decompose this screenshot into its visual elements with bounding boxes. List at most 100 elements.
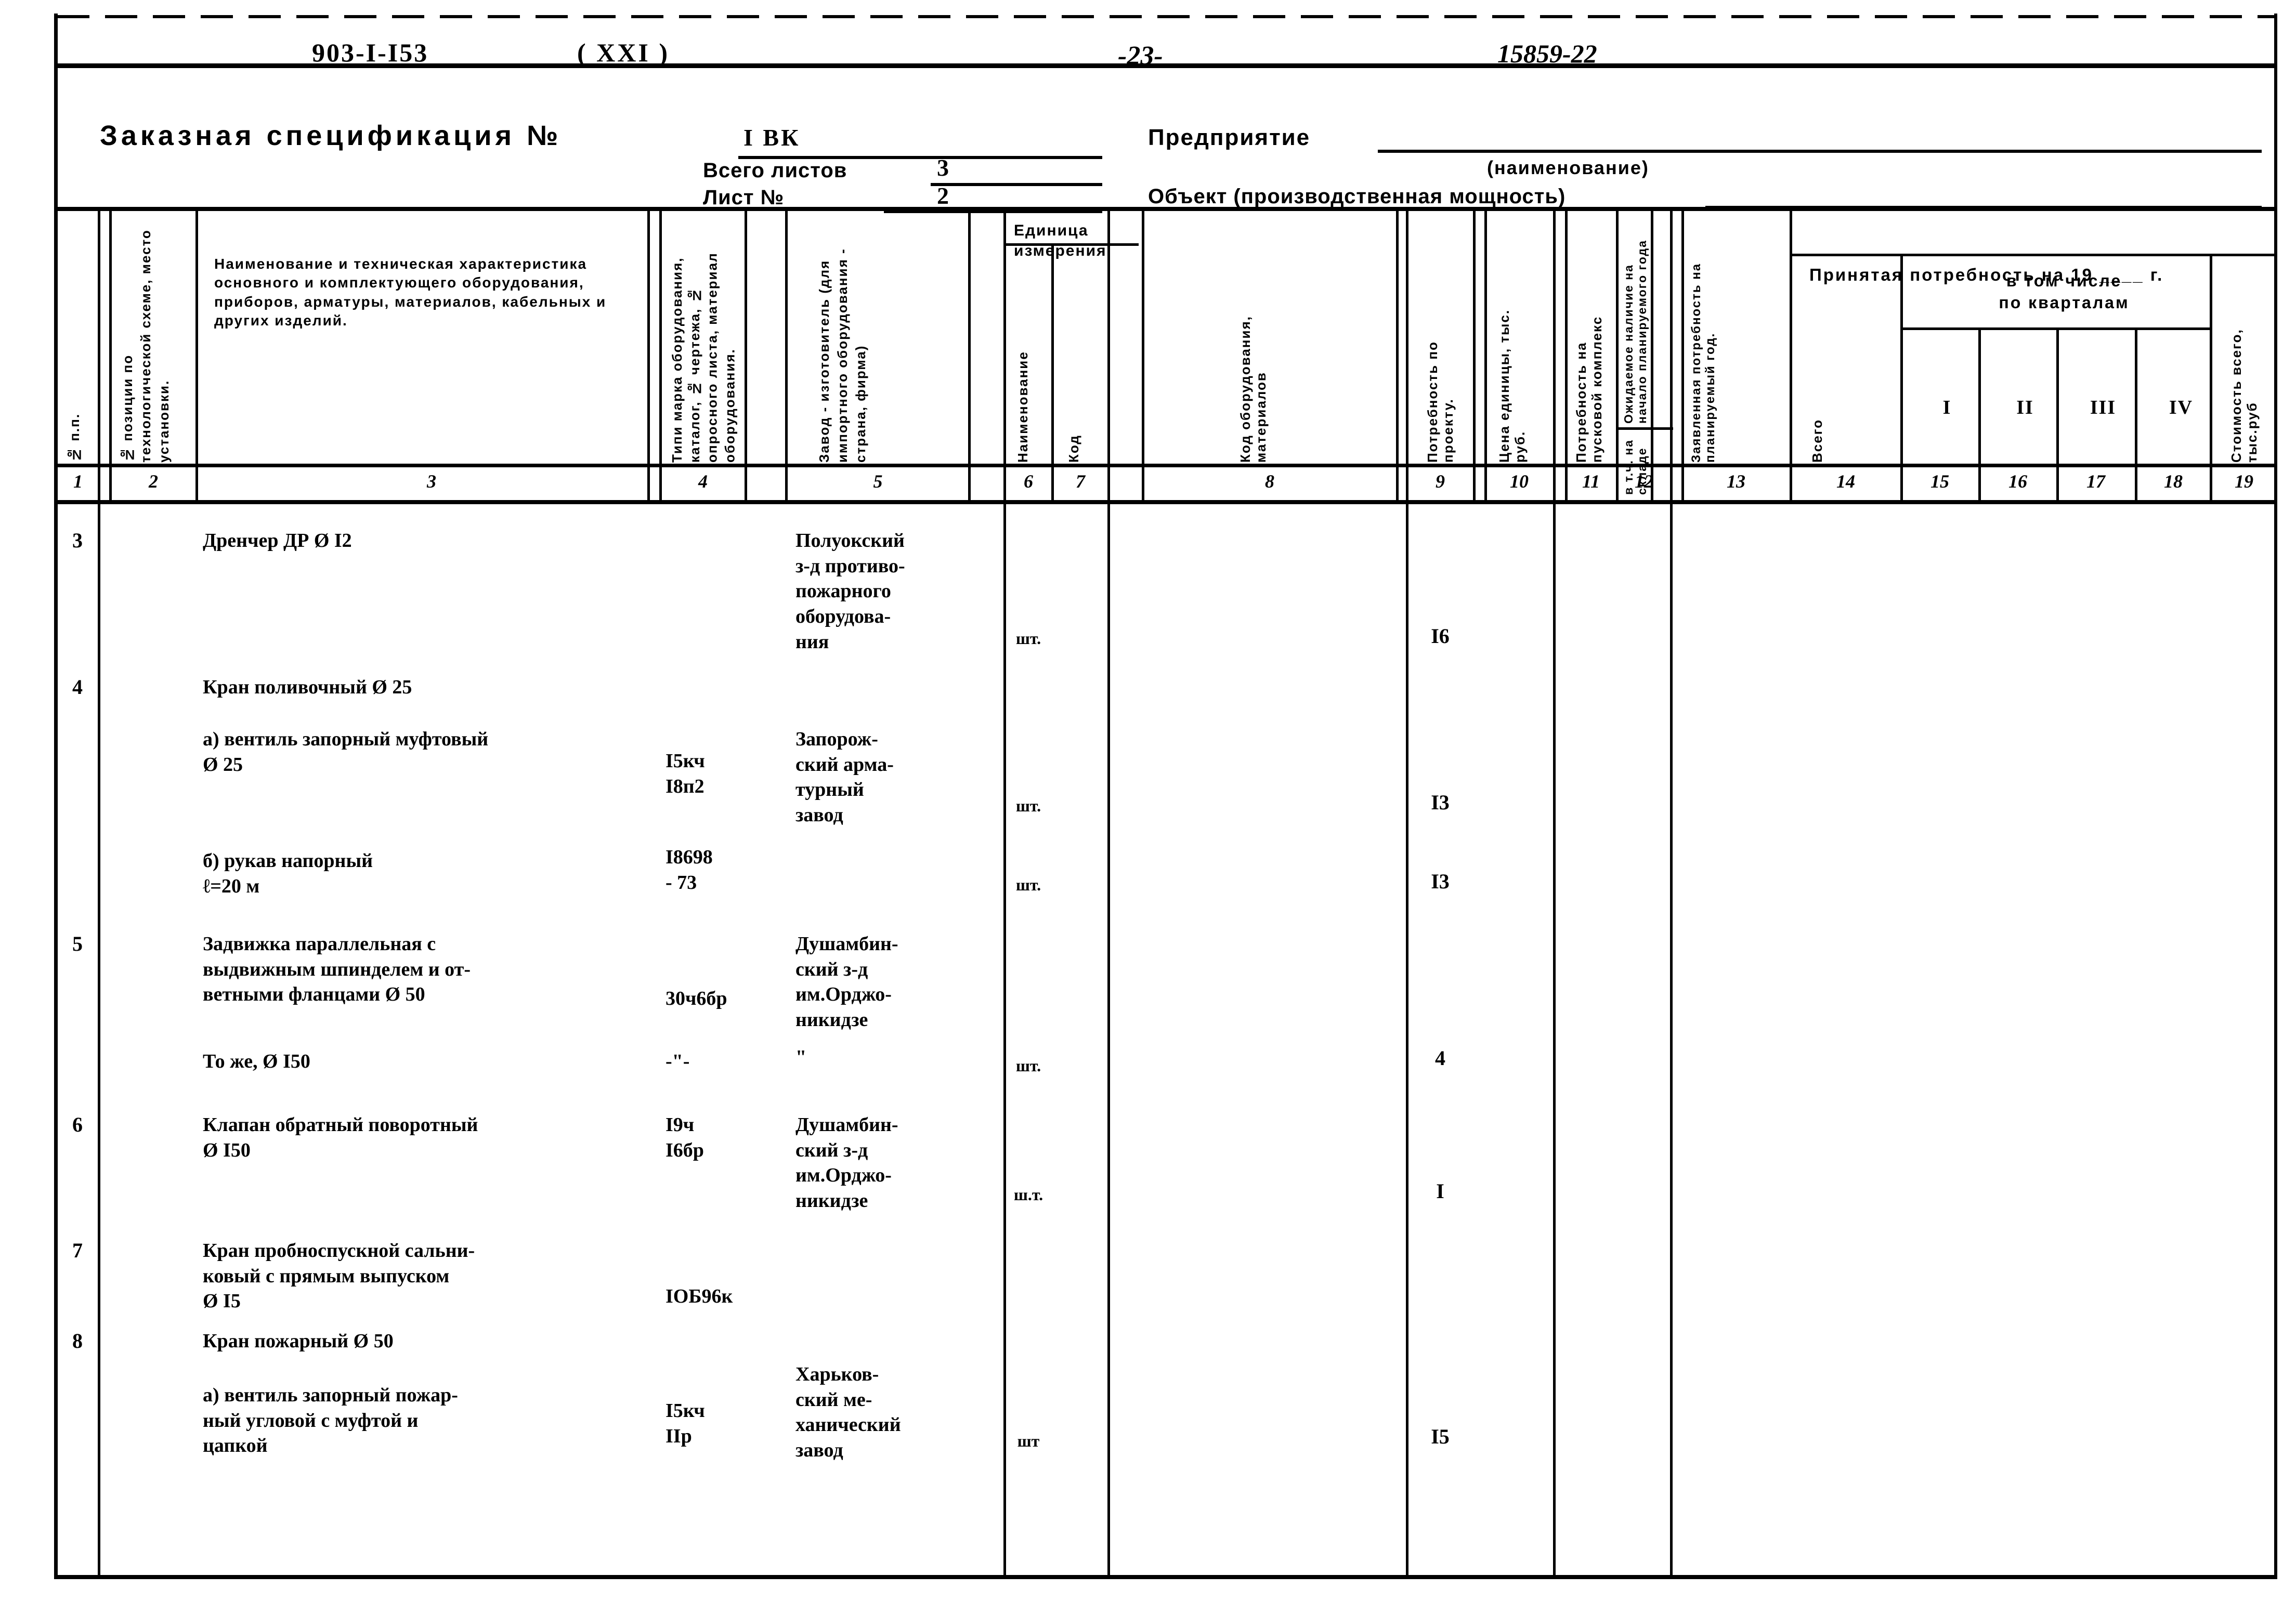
archive-number: 15859-22 xyxy=(1497,39,1597,68)
col-sep-2a xyxy=(109,211,112,500)
quarters-group-header: в том числе по кварталам xyxy=(1999,271,2130,312)
total-sheets-value[interactable]: 3 xyxy=(937,154,949,181)
col-sep-13 xyxy=(1670,211,1673,1575)
table-row: I6 xyxy=(1431,624,1450,648)
table-row: шт. xyxy=(1015,1056,1041,1075)
col-header-17: III xyxy=(2090,397,2117,418)
col-header-8: Код оборудования, материалов xyxy=(1237,316,1269,463)
total-sheets-underline xyxy=(931,183,1102,186)
col-sep-8b xyxy=(1396,211,1399,500)
col-num-12: 12 xyxy=(1635,471,1653,492)
col-num-19: 19 xyxy=(2235,471,2253,492)
table-row: I8698 - 73 xyxy=(666,846,713,894)
col-num-9: 9 xyxy=(1436,471,1445,492)
col-sep-12 xyxy=(1616,211,1619,500)
col-num-8: 8 xyxy=(1265,471,1274,492)
sheet-number-value[interactable]: 2 xyxy=(937,182,949,209)
table-row: Задвижка параллельная с выдвижным шпинде… xyxy=(203,933,471,1006)
col-sep-5a xyxy=(785,211,788,500)
col-num-11: 11 xyxy=(1582,471,1600,492)
table-row: I3 xyxy=(1431,870,1450,893)
col-num-14: 14 xyxy=(1836,471,1855,492)
table-row: б) рукав напорный ℓ=20 м xyxy=(203,850,373,897)
table-row: шт. xyxy=(1015,796,1041,815)
page-title: Заказная спецификация № xyxy=(100,120,562,151)
total-sheets-label: Всего листов xyxy=(703,159,847,182)
col-num-4: 4 xyxy=(698,471,708,492)
table-row: 6 xyxy=(72,1113,83,1136)
col-header-3: Наименование и техническая характеристик… xyxy=(214,256,607,329)
document-series: ( XXI ) xyxy=(577,38,670,67)
col-num-17: 17 xyxy=(2086,471,2105,492)
col-header-5: Завод - изготовитель (для импортного обо… xyxy=(816,248,869,463)
page-frame-right-border xyxy=(2274,14,2277,1579)
col-num-3: 3 xyxy=(427,471,436,492)
document-page: 903-I-I53 ( XXI ) -23- 15859-22 Заказная… xyxy=(0,0,2296,1602)
enterprise-underline[interactable] xyxy=(1378,150,2262,153)
table-row: Кран пробноспускной сальни- ковый с прям… xyxy=(203,1240,475,1312)
table-row: " xyxy=(795,1046,807,1068)
col-num-16: 16 xyxy=(2008,471,2027,492)
table-row: Душамбин- ский з-д им.Орджо- никидзе xyxy=(795,1114,898,1212)
col-num-6: 6 xyxy=(1024,471,1033,492)
col-sep-7 xyxy=(1107,211,1110,1575)
quarters-group-rule xyxy=(1900,327,2211,330)
table-row: Душамбин- ский з-д им.Орджо- никидзе xyxy=(795,933,898,1031)
table-row: I9ч I6бр xyxy=(666,1114,704,1161)
object-underline[interactable] xyxy=(1705,206,2262,209)
col-sep-5b xyxy=(968,211,971,500)
col-header-15: I xyxy=(1942,397,1952,418)
col-num-1: 1 xyxy=(73,471,83,492)
table-row: I5кч IIp xyxy=(666,1400,705,1447)
table-row: I3 xyxy=(1431,791,1450,814)
col-header-13: Заявленная потребность на планируемый го… xyxy=(1689,262,1717,463)
table-row: Дренчер ДР Ø I2 xyxy=(203,530,352,551)
col-sep-3 xyxy=(647,211,650,500)
col-num-15: 15 xyxy=(1930,471,1949,492)
col-header-7: Код xyxy=(1066,435,1081,463)
table-row: Кран поливочный Ø 25 xyxy=(203,676,412,698)
table-row: -"- xyxy=(666,1051,690,1072)
table-row: шт xyxy=(1017,1432,1040,1450)
table-row: 7 xyxy=(72,1239,83,1262)
table-row: 8 xyxy=(72,1329,83,1352)
table-row: Запорож- ский арма- турный завод xyxy=(795,728,894,826)
col-sep-1 xyxy=(98,211,100,1575)
column-header-bottom-rule xyxy=(54,464,2277,467)
page-frame-top-dashed-line xyxy=(57,15,2277,18)
col-num-5: 5 xyxy=(873,471,883,492)
col-sep-4a xyxy=(659,211,662,500)
col-header-18: IV xyxy=(2169,397,2194,418)
col-sep-15 xyxy=(1900,255,1903,500)
table-row: 5 xyxy=(72,932,83,955)
document-code: 903-I-I53 xyxy=(312,38,429,67)
col-sep-19 xyxy=(2210,255,2212,500)
col-num-7: 7 xyxy=(1076,471,1085,492)
table-row: ш.т. xyxy=(1013,1185,1043,1204)
col-num-13: 13 xyxy=(1727,471,1745,492)
col-sep-11 xyxy=(1553,211,1556,1575)
table-row: Клапан обратный поворотный Ø I50 xyxy=(203,1114,478,1161)
col-sep-11b xyxy=(1565,211,1568,500)
accepted-need-group-rule xyxy=(1790,254,2277,256)
specification-number-value[interactable]: I ВК xyxy=(743,124,800,151)
col-sep-6b xyxy=(1051,244,1054,500)
enterprise-label: Предприятие xyxy=(1148,125,1311,150)
col-sep-10b xyxy=(1484,211,1487,500)
table-bottom-rule xyxy=(54,1575,2277,1579)
table-row: То же, Ø I50 xyxy=(203,1051,310,1072)
table-row: I5 xyxy=(1431,1425,1450,1448)
col-header-10: Цена единицы, тыс. руб. xyxy=(1496,309,1528,463)
table-row: Кран пожарный Ø 50 xyxy=(203,1330,394,1352)
table-row: а) вентиль запорный муфтовый Ø 25 xyxy=(203,728,489,776)
sheet-number-label: Лист № xyxy=(703,186,785,209)
naimenovanie-caption: (наименование) xyxy=(1487,157,1649,178)
units-group-header: Единица измерения xyxy=(1014,222,1107,259)
col-header-11: Потребность на пусковой комплекс xyxy=(1573,316,1605,463)
col-header-1: № п.п. xyxy=(67,413,82,463)
col-num-10: 10 xyxy=(1510,471,1529,492)
table-row: I5кч I8п2 xyxy=(666,750,705,797)
table-row: 3 xyxy=(72,529,83,552)
col-header-19: Стоимость всего, тыс.руб xyxy=(2228,329,2260,463)
column-number-row-rule xyxy=(54,500,2277,504)
